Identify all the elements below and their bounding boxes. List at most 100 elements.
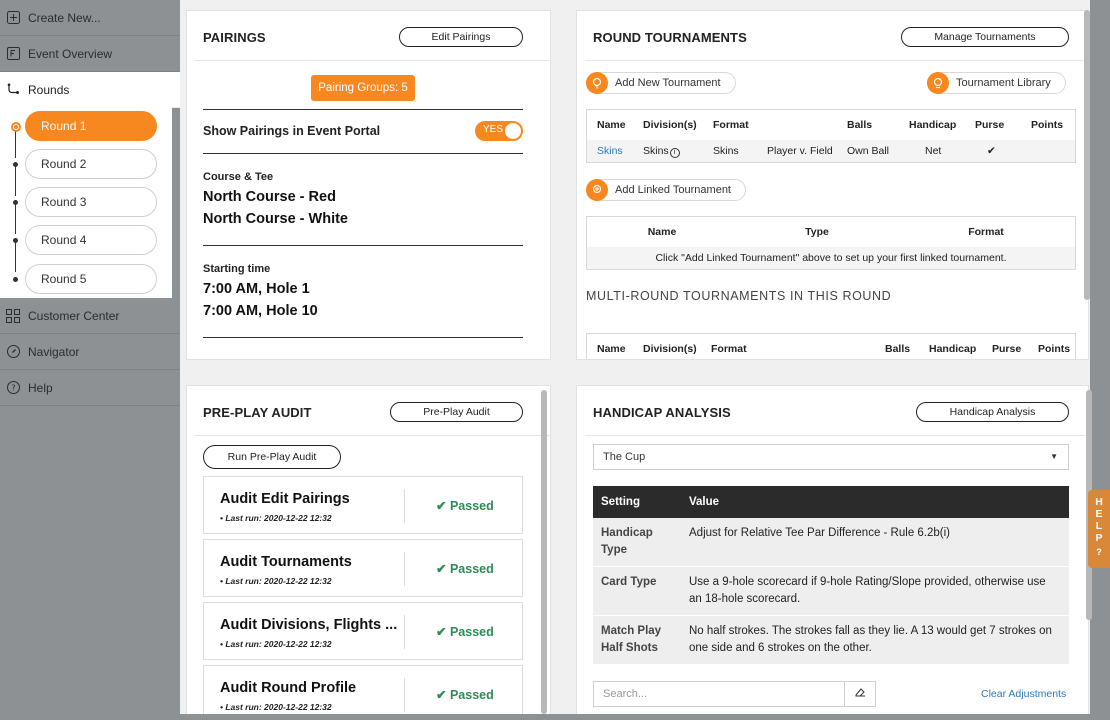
divider (585, 60, 1085, 61)
compass-icon (6, 345, 20, 359)
nav-event-overview[interactable]: Event Overview (0, 36, 180, 72)
add-linked-tournament-button[interactable]: Add Linked Tournament (586, 179, 746, 201)
help-tab[interactable]: H E L P ? (1088, 490, 1110, 568)
question-icon: ? (6, 381, 20, 395)
document-icon (6, 47, 20, 61)
clear-adjustments-link[interactable]: Clear Adjustments (981, 688, 1066, 700)
preplay-audit-button[interactable]: Pre-Play Audit (390, 402, 523, 422)
check-icon: ✔ (965, 140, 1021, 162)
nav-navigator[interactable]: Navigator (0, 334, 180, 370)
divider (195, 435, 550, 436)
chevron-down-icon: ▼ (1050, 452, 1058, 461)
audit-status: ✔ Passed (436, 687, 494, 702)
nav-rounds-label: Rounds (28, 82, 70, 97)
divider (404, 552, 405, 586)
selected-dot-icon (11, 122, 21, 132)
col-handicap: Handicap (909, 119, 957, 131)
nav-create-new[interactable]: Create New... (0, 0, 180, 36)
tournament-library-label: Tournament Library (956, 77, 1051, 89)
round-item[interactable]: Round 5 (0, 262, 172, 296)
grid-icon (6, 308, 20, 323)
info-icon[interactable]: i (669, 147, 680, 158)
table-row: Match Play Half Shots No half strokes. T… (593, 615, 1069, 665)
edit-pairings-button[interactable]: Edit Pairings (399, 27, 523, 47)
library-icon (927, 72, 949, 94)
scrollbar-thumb[interactable] (1084, 10, 1090, 300)
round-item[interactable]: Round 2 (0, 147, 172, 181)
toggle-knob (505, 123, 521, 139)
nav-event-overview-label: Event Overview (28, 46, 113, 61)
audit-status-text: Passed (449, 562, 494, 576)
show-pairings-toggle[interactable]: YES (475, 121, 523, 141)
nav-help[interactable]: ? Help (0, 370, 180, 406)
divider (203, 153, 523, 154)
timeline-dot-icon (13, 200, 18, 205)
setting-key: Handicap Type (593, 518, 681, 567)
audit-item-last-run: • Last run: 2020-12-22 12:32 (220, 702, 332, 712)
timeline-dot-icon (13, 277, 18, 282)
tournament-select[interactable]: The Cup ▼ (593, 444, 1069, 470)
multi-round-table: Name Division(s) Format Balls Handicap P… (587, 334, 1075, 359)
col-value: Value (681, 486, 1069, 518)
table-row: Card Type Use a 9-hole scorecard if 9-ho… (593, 566, 1069, 616)
round-pill[interactable]: Round 4 (25, 225, 157, 255)
setting-value: No half strokes. The strokes fall as the… (681, 615, 1069, 665)
nav-help-label: Help (28, 380, 53, 395)
divider (585, 435, 1085, 436)
col-format-type (757, 110, 837, 140)
nav-rounds[interactable]: Rounds (0, 72, 180, 108)
run-preplay-audit-button[interactable]: Run Pre-Play Audit (203, 445, 341, 469)
nav-customer-center[interactable]: Customer Center (0, 298, 180, 334)
pairing-groups-chip[interactable]: Pairing Groups: 5 (311, 75, 415, 101)
starting-time-value: 7:00 AM, Hole 10 (203, 303, 318, 319)
col-name: Name (597, 119, 626, 131)
search-input[interactable]: Search... (593, 681, 845, 707)
audit-item[interactable]: Audit Tournaments • Last run: 2020-12-22… (203, 539, 523, 597)
round-pill[interactable]: Round 2 (25, 149, 157, 179)
tournament-name-link[interactable]: Skins (587, 140, 633, 162)
col-points: Points (1031, 119, 1064, 131)
audit-item[interactable]: Audit Round Profile • Last run: 2020-12-… (203, 665, 523, 720)
round-item[interactable]: Round 3 (0, 185, 172, 219)
divider (203, 337, 523, 338)
audit-item[interactable]: Audit Divisions, Flights ... • Last run:… (203, 602, 523, 660)
search-placeholder: Search... (603, 688, 648, 700)
divider (404, 678, 405, 712)
plus-square-icon (6, 11, 20, 25)
manage-tournaments-button[interactable]: Manage Tournaments (901, 27, 1069, 47)
audit-status: ✔ Passed (436, 561, 494, 576)
audit-status-text: Passed (449, 625, 494, 639)
table-row: Click "Add Linked Tournament" above to s… (587, 247, 1075, 269)
divider (404, 615, 405, 649)
round-item[interactable]: Round 1 (0, 109, 172, 143)
audit-item-last-run: • Last run: 2020-12-22 12:32 (220, 639, 332, 649)
question-icon: ? (1096, 547, 1102, 557)
select-value: The Cup (603, 451, 646, 463)
course-value: North Course - White (203, 211, 348, 227)
round-pill-selected[interactable]: Round 1 (25, 111, 157, 141)
eraser-button[interactable] (844, 681, 876, 707)
handicap-analysis-button[interactable]: Handicap Analysis (916, 402, 1069, 422)
col-balls: Balls (847, 119, 873, 131)
scrollbar-thumb[interactable] (541, 390, 547, 714)
col-divisions: Division(s) (643, 343, 697, 355)
audit-item-last-run: • Last run: 2020-12-22 12:32 (220, 513, 332, 523)
col-setting: Setting (593, 486, 681, 518)
tournament-library-button[interactable]: Tournament Library (927, 72, 1066, 94)
col-purse: Purse (992, 343, 1022, 355)
col-format: Format (711, 343, 747, 355)
add-new-tournament-button[interactable]: Add New Tournament (586, 72, 736, 94)
check-icon: ✔ (436, 562, 450, 576)
table-row[interactable]: Skins Skins i Skins Player v. Field Own B… (587, 140, 1075, 162)
col-balls: Balls (885, 343, 911, 355)
audit-item[interactable]: Audit Edit Pairings • Last run: 2020-12-… (203, 476, 523, 534)
round-item[interactable]: Round 4 (0, 223, 172, 257)
show-pairings-label: Show Pairings in Event Portal (203, 124, 381, 138)
col-purse: Purse (975, 119, 1005, 131)
round-pill[interactable]: Round 5 (25, 264, 157, 294)
nav-navigator-label: Navigator (28, 344, 80, 359)
tournament-handicap: Net (899, 140, 965, 162)
preplay-audit-title: PRE-PLAY AUDIT (203, 405, 312, 420)
round-pill[interactable]: Round 3 (25, 187, 157, 217)
main-content: PAIRINGS Edit Pairings Pairing Groups: 5… (180, 0, 1092, 720)
